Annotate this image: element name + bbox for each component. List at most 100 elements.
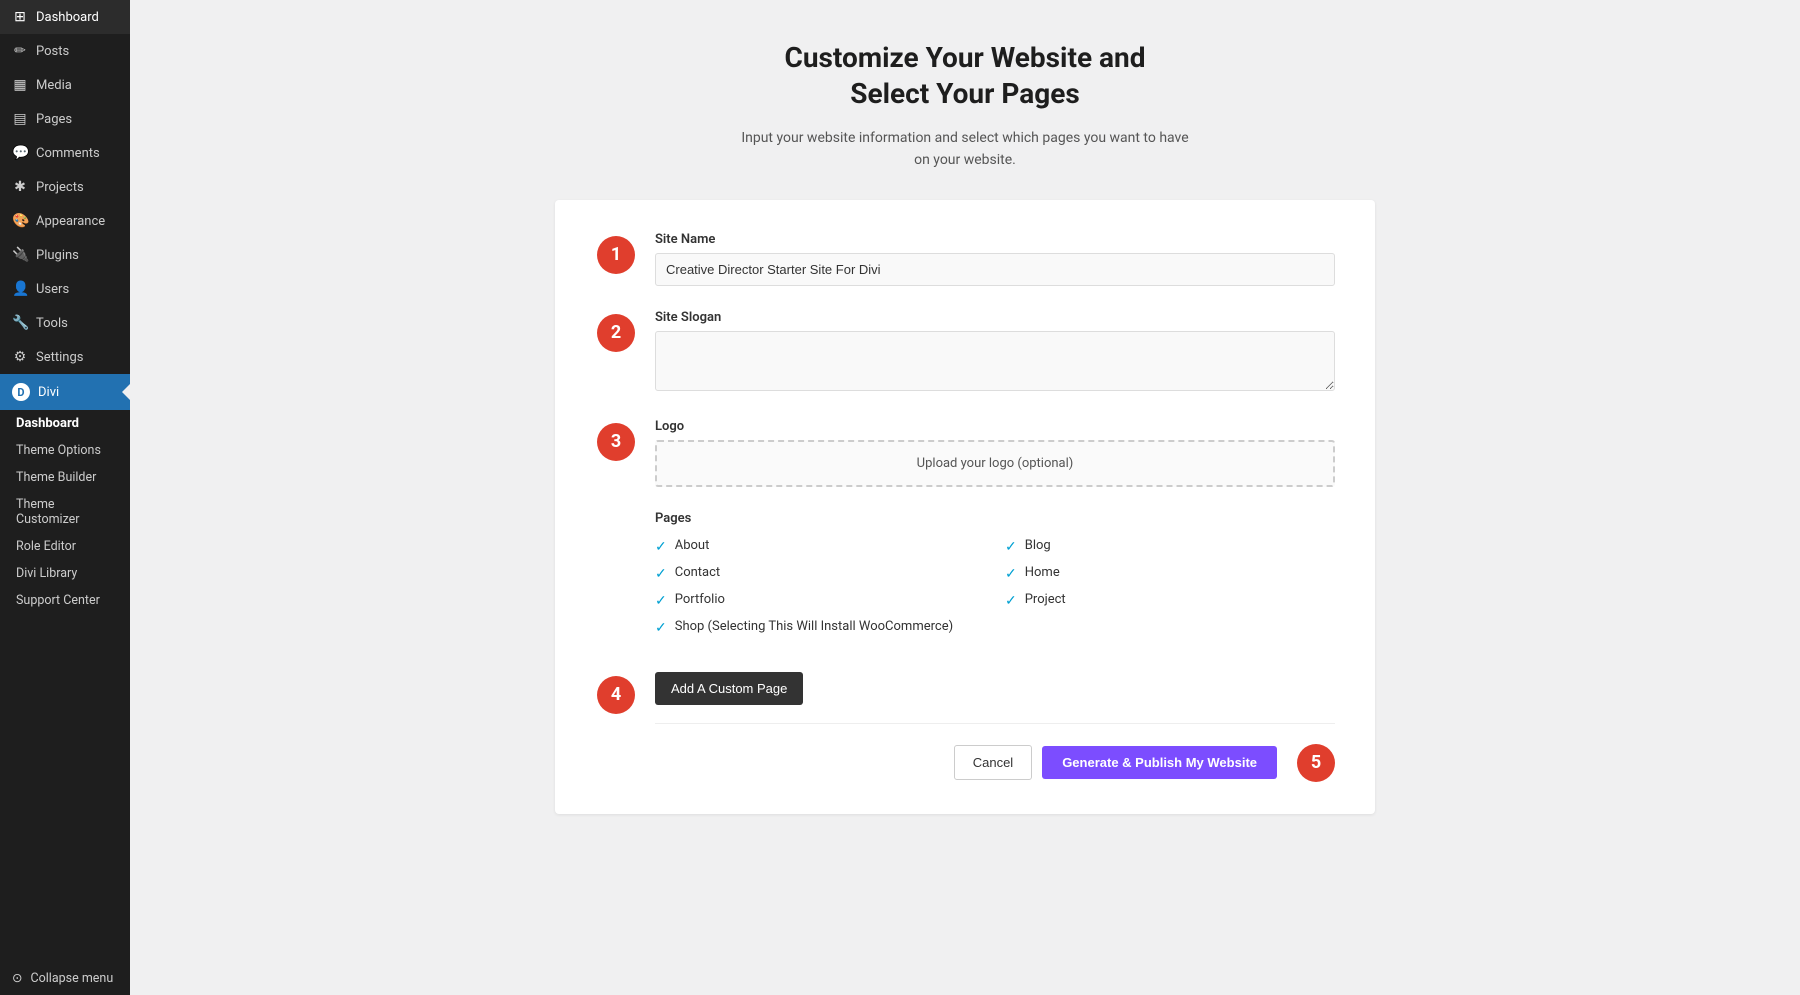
step-1-badge: 1 bbox=[597, 236, 635, 274]
divi-section: D Divi Dashboard Theme Options Theme Bui… bbox=[0, 374, 130, 614]
blog-check-icon: ✓ bbox=[1005, 539, 1017, 555]
page-portfolio-label[interactable]: Portfolio bbox=[675, 592, 725, 607]
page-contact-label[interactable]: Contact bbox=[675, 565, 720, 580]
sidebar-label-settings: Settings bbox=[36, 350, 83, 365]
sidebar-item-media[interactable]: ▦ Media bbox=[0, 68, 130, 102]
sidebar-item-dashboard[interactable]: ⊞ Dashboard bbox=[0, 0, 130, 34]
divi-submenu: Dashboard Theme Options Theme Builder Th… bbox=[0, 410, 130, 614]
step-3-badge: 3 bbox=[597, 423, 635, 461]
step-4-row: 4 Add A Custom Page bbox=[655, 672, 1335, 713]
page-subtitle: Input your website information and selec… bbox=[741, 127, 1188, 172]
page-portfolio-row: ✓ Portfolio bbox=[655, 592, 985, 609]
pages-grid: ✓ About ✓ Blog ✓ Contact bbox=[655, 538, 1335, 636]
users-icon: 👤 bbox=[12, 281, 28, 297]
sidebar-item-settings[interactable]: ⚙ Settings bbox=[0, 340, 130, 374]
divi-label: Divi bbox=[38, 385, 59, 400]
step-1-content: Site Name bbox=[655, 232, 1335, 286]
sidebar-item-projects[interactable]: ✱ Projects bbox=[0, 170, 130, 204]
posts-icon: ✏ bbox=[12, 43, 28, 59]
step-3-content: Logo Upload your logo (optional) bbox=[655, 419, 1335, 487]
sidebar-item-tools[interactable]: 🔧 Tools bbox=[0, 306, 130, 340]
sidebar-item-appearance[interactable]: 🎨 Appearance bbox=[0, 204, 130, 238]
publish-button[interactable]: Generate & Publish My Website bbox=[1042, 746, 1277, 779]
sidebar-item-plugins[interactable]: 🔌 Plugins bbox=[0, 238, 130, 272]
sidebar-label-dashboard: Dashboard bbox=[36, 10, 99, 25]
sidebar-label-projects: Projects bbox=[36, 180, 84, 195]
project-check-icon: ✓ bbox=[1005, 593, 1017, 609]
divi-arrow-icon bbox=[122, 384, 130, 400]
appearance-icon: 🎨 bbox=[12, 213, 28, 229]
shop-check-icon: ✓ bbox=[655, 620, 667, 636]
sidebar-item-pages[interactable]: ▤ Pages bbox=[0, 102, 130, 136]
sidebar-label-media: Media bbox=[36, 78, 72, 93]
step-4-content: Add A Custom Page bbox=[655, 672, 1335, 713]
page-about-label[interactable]: About bbox=[675, 538, 710, 553]
home-check-icon: ✓ bbox=[1005, 566, 1017, 582]
logo-upload-area[interactable]: Upload your logo (optional) bbox=[655, 440, 1335, 487]
card-footer: Cancel Generate & Publish My Website 5 bbox=[655, 723, 1335, 782]
divi-submenu-divi-library[interactable]: Divi Library bbox=[0, 560, 130, 587]
divi-submenu-theme-customizer[interactable]: Theme Customizer bbox=[0, 491, 130, 533]
page-title: Customize Your Website andSelect Your Pa… bbox=[785, 40, 1146, 113]
add-custom-page-button[interactable]: Add A Custom Page bbox=[655, 672, 803, 705]
step-4-badge: 4 bbox=[597, 676, 635, 714]
comments-icon: 💬 bbox=[12, 145, 28, 161]
collapse-icon: ⊙ bbox=[12, 970, 22, 986]
cancel-button[interactable]: Cancel bbox=[954, 745, 1032, 780]
step-3-row: 3 Logo Upload your logo (optional) bbox=[655, 419, 1335, 487]
site-slogan-input[interactable] bbox=[655, 331, 1335, 391]
logo-label: Logo bbox=[655, 419, 1335, 434]
settings-icon: ⚙ bbox=[12, 349, 28, 365]
step-5-badge: 5 bbox=[1297, 744, 1335, 782]
divi-submenu-theme-builder[interactable]: Theme Builder bbox=[0, 464, 130, 491]
page-home-label[interactable]: Home bbox=[1025, 565, 1060, 580]
contact-check-icon: ✓ bbox=[655, 566, 667, 582]
site-name-label: Site Name bbox=[655, 232, 1335, 247]
sidebar-label-appearance: Appearance bbox=[36, 214, 105, 229]
tools-icon: 🔧 bbox=[12, 315, 28, 331]
sidebar-item-users[interactable]: 👤 Users bbox=[0, 272, 130, 306]
portfolio-check-icon: ✓ bbox=[655, 593, 667, 609]
step-2-content: Site Slogan bbox=[655, 310, 1335, 395]
divi-submenu-dashboard[interactable]: Dashboard bbox=[0, 410, 130, 437]
page-blog-label[interactable]: Blog bbox=[1025, 538, 1051, 553]
divi-submenu-role-editor[interactable]: Role Editor bbox=[0, 533, 130, 560]
divi-submenu-theme-options[interactable]: Theme Options bbox=[0, 437, 130, 464]
pages-icon: ▤ bbox=[12, 111, 28, 127]
page-project-label[interactable]: Project bbox=[1025, 592, 1066, 607]
plugins-icon: 🔌 bbox=[12, 247, 28, 263]
sidebar-item-divi[interactable]: D Divi bbox=[0, 374, 130, 410]
form-card: 1 Site Name 2 Site Slogan 3 bbox=[555, 200, 1375, 814]
page-home-row: ✓ Home bbox=[1005, 565, 1335, 582]
page-contact-row: ✓ Contact bbox=[655, 565, 985, 582]
pages-label: Pages bbox=[655, 511, 1335, 526]
divi-icon: D bbox=[12, 383, 30, 401]
page-wrapper: Customize Your Website andSelect Your Pa… bbox=[555, 40, 1375, 814]
dashboard-icon: ⊞ bbox=[12, 9, 28, 25]
sidebar-label-pages: Pages bbox=[36, 112, 72, 127]
step-2-badge: 2 bbox=[597, 314, 635, 352]
pages-row: Pages ✓ About ✓ Blog bbox=[655, 511, 1335, 656]
divi-submenu-support-center[interactable]: Support Center bbox=[0, 587, 130, 614]
sidebar-item-posts[interactable]: ✏ Posts bbox=[0, 34, 130, 68]
page-shop-row: ✓ Shop (Selecting This Will Install WooC… bbox=[655, 619, 985, 636]
sidebar-item-comments[interactable]: 💬 Comments bbox=[0, 136, 130, 170]
sidebar-label-posts: Posts bbox=[36, 44, 69, 59]
logo-upload-text: Upload your logo (optional) bbox=[917, 456, 1074, 471]
page-blog-row: ✓ Blog bbox=[1005, 538, 1335, 555]
about-check-icon: ✓ bbox=[655, 539, 667, 555]
sidebar-label-comments: Comments bbox=[36, 146, 100, 161]
collapse-menu-button[interactable]: ⊙ Collapse menu bbox=[0, 961, 130, 995]
projects-icon: ✱ bbox=[12, 179, 28, 195]
site-name-input[interactable] bbox=[655, 253, 1335, 286]
page-about-row: ✓ About bbox=[655, 538, 985, 555]
sidebar-label-tools: Tools bbox=[36, 316, 68, 331]
site-slogan-label: Site Slogan bbox=[655, 310, 1335, 325]
sidebar-label-users: Users bbox=[36, 282, 69, 297]
media-icon: ▦ bbox=[12, 77, 28, 93]
page-shop-label[interactable]: Shop (Selecting This Will Install WooCom… bbox=[675, 619, 953, 634]
step-2-row: 2 Site Slogan bbox=[655, 310, 1335, 395]
collapse-label: Collapse menu bbox=[30, 971, 113, 986]
main-content: Customize Your Website andSelect Your Pa… bbox=[130, 0, 1800, 995]
page-project-row: ✓ Project bbox=[1005, 592, 1335, 609]
